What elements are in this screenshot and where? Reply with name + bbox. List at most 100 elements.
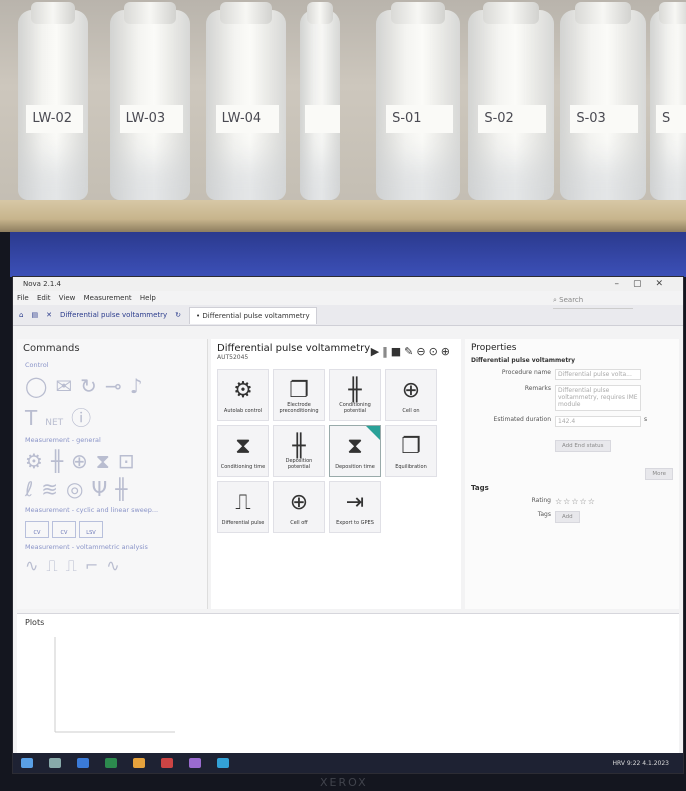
home-icon[interactable]: ⌂ [19,311,23,319]
net-command[interactable]: NET [45,418,63,428]
tile-export-gpes[interactable]: ⇥ Export to GPES [329,481,381,533]
mail-icon[interactable]: ✉ [55,374,72,398]
record-icon[interactable]: ⊡ [118,449,135,473]
message-icon[interactable]: ◯ [25,374,47,398]
capacitor-icon[interactable]: ╫ [115,477,127,501]
tags-heading: Tags [471,484,489,492]
fork-icon[interactable]: Ψ [91,477,107,501]
wave-icon[interactable]: ∿ [106,556,119,575]
pause-icon[interactable]: ‖ [382,345,391,358]
frequency-icon[interactable]: ≋ [41,477,58,501]
tile-cell-off[interactable]: ⊕ Cell off [273,481,325,533]
tile-cell-on[interactable]: ⊕ Cell on [385,369,437,421]
properties-subtitle: Differential pulse voltammetry [471,357,576,364]
nova-icon[interactable] [217,758,229,768]
menu-view[interactable]: View [59,294,76,302]
sample-bottle: S-01 [376,2,460,200]
cv-linear-button[interactable]: CV [52,521,76,538]
step-icon[interactable]: ⌐ [85,556,98,575]
tile-differential-pulse[interactable]: ⎍ Differential pulse [217,481,269,533]
duration-row: Estimated duration 142.4 s [465,416,679,427]
procedure-name-field[interactable]: Differential pulse volta... [555,369,641,380]
refresh-icon[interactable]: ↻ [175,311,181,319]
hourglass-icon[interactable]: ⧗ [96,449,110,473]
taskbar-clock[interactable]: HRV 9:22 4.1.2023 [612,760,669,767]
tile-autolab-control[interactable]: ⚙ Autolab control [217,369,269,421]
stop-icon[interactable]: ■ [391,345,404,358]
tab-procedure-active[interactable]: • Differential pulse voltammetry [189,306,317,324]
explorer-icon[interactable] [77,758,89,768]
control-icons-2: T NET ⓘ [17,400,207,433]
play-icon[interactable]: ▶ [371,345,382,358]
rating-stars[interactable]: ☆☆☆☆☆ [555,497,596,506]
lsv-button[interactable]: LSV [79,521,103,538]
excel-icon[interactable] [105,758,117,768]
commands-title: Commands [23,343,80,354]
info-icon[interactable]: ⓘ [71,406,91,430]
window-controls[interactable]: –▢✕ [614,277,677,291]
commands-panel: Commands Control ◯ ✉ ↻ ⊸ ♪ T NET ⓘ Measurement… [17,339,208,609]
section-cyclic-linear[interactable]: Measurement - cyclic and linear sweep... [17,503,207,517]
cell-icon[interactable]: ⊕ [71,449,88,473]
library-icon[interactable]: ▤ [31,311,38,319]
wrench-icon[interactable]: ✎ [404,345,416,358]
menu-measurement[interactable]: Measurement [84,294,132,302]
procedure-name-row: Procedure name Differential pulse volta.… [465,369,679,380]
menu-edit[interactable]: Edit [37,294,51,302]
voltammetric-icons: ∿ ⎍ ⎍ ⌐ ∿ [17,554,207,578]
probe-icon[interactable]: ℓ [25,477,33,501]
search-icon[interactable] [49,758,61,768]
tile-deposition-time[interactable]: ⧗ Deposition time [329,425,381,477]
target-icon[interactable]: ◎ [66,477,83,501]
wave-icon[interactable]: ∿ [25,556,38,575]
section-control[interactable]: Control [17,358,207,372]
nova-window: Nova 2.1.4 –▢✕ File Edit View Measuremen… [12,276,684,774]
tile-deposition-potential[interactable]: ╫ Deposition potential [273,425,325,477]
menu-file[interactable]: File [17,294,29,302]
tab-procedure[interactable]: Differential pulse voltammetry [60,311,167,319]
slider-icon[interactable]: ⊸ [105,374,122,398]
potential-icon[interactable]: ╫ [51,449,63,473]
general-icons: ⚙ ╫ ⊕ ⧗ ⊡ [17,447,207,475]
sample-bottle: LW-04 [206,2,286,200]
general-icons-2: ℓ ≋ ◎ Ψ ╫ [17,475,207,503]
start-icon[interactable] [21,758,33,768]
pulse-icon: ⎍ [235,490,251,515]
remarks-field[interactable]: Differential pulse voltammetry, requires… [555,385,641,411]
close-icon[interactable]: ✕ [46,311,52,319]
duration-field[interactable]: 142.4 [555,416,641,427]
repeat-icon[interactable]: ↻ [80,374,97,398]
tile-conditioning-potential[interactable]: ╫ Conditioning potential [329,369,381,421]
add-tag-button[interactable]: Add [555,511,580,523]
zoom-out-icon[interactable]: ⊖ [416,345,428,358]
section-measurement-general[interactable]: Measurement - general [17,433,207,447]
zoom-icon[interactable]: ⊙ [429,345,441,358]
zoom-in-icon[interactable]: ⊕ [441,345,453,358]
control-icons: ◯ ✉ ↻ ⊸ ♪ [17,372,207,400]
app-icon[interactable] [189,758,201,768]
search-input[interactable]: ⌕ Search [553,296,633,309]
menu-help[interactable]: Help [140,294,156,302]
add-end-status-row: Add End status [555,432,679,452]
command-grid: ⚙ Autolab control ❐ Electrode precondition… [217,369,437,533]
tile-conditioning-time[interactable]: ⧗ Conditioning time [217,425,269,477]
export-icon: ⇥ [345,490,365,515]
pulse-icon[interactable]: ⎍ [46,556,57,575]
tags-row: Tags Add [465,511,679,523]
gear-icon: ⚙ [233,378,253,403]
cv-staircase-button[interactable]: CV [25,521,49,538]
chrome-icon[interactable] [133,758,145,768]
empty-plot [54,637,175,733]
tile-equilibration[interactable]: ❐ Equilibration [385,425,437,477]
app-icon[interactable] [161,758,173,768]
rating-row: Rating ☆☆☆☆☆ [465,497,679,506]
more-button[interactable]: More [645,468,673,480]
text-icon[interactable]: T [25,406,37,430]
gear-icon[interactable]: ⚙ [25,449,43,473]
pulse-icon[interactable]: ⎍ [66,556,77,575]
add-end-status-button[interactable]: Add End status [555,440,611,452]
sound-icon[interactable]: ♪ [130,374,143,398]
remarks-label: Remarks [524,385,551,392]
tile-electrode-preconditioning[interactable]: ❐ Electrode preconditioning [273,369,325,421]
section-voltammetric[interactable]: Measurement - voltammetric analysis [17,540,207,554]
